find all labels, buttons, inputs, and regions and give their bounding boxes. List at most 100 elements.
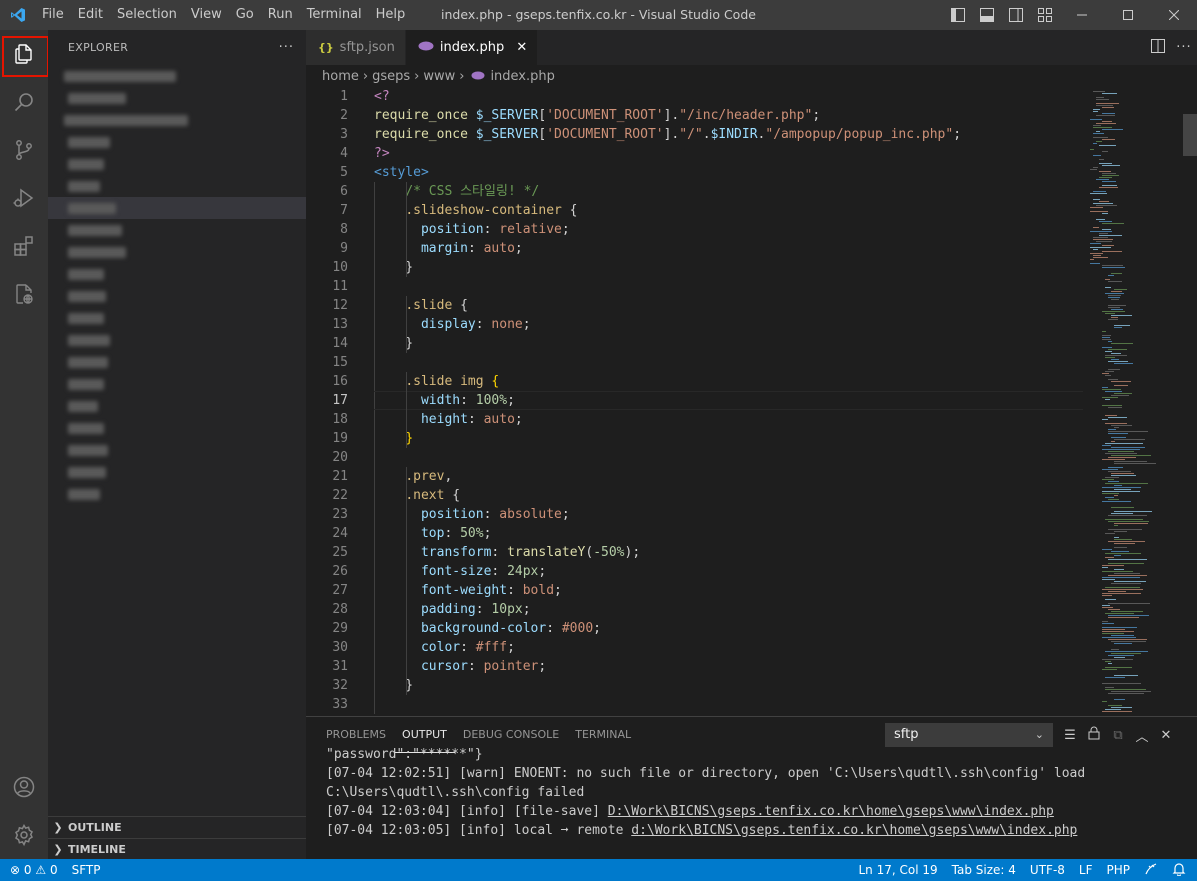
- code-line: 15: [306, 353, 1086, 372]
- menu-selection[interactable]: Selection: [110, 0, 184, 30]
- tree-item[interactable]: [48, 153, 306, 175]
- error-count: 0: [23, 863, 32, 877]
- minimap-line: [1105, 689, 1146, 690]
- line-number: 8: [340, 222, 348, 237]
- more-actions-icon[interactable]: ···: [1171, 40, 1197, 55]
- encoding[interactable]: UTF-8: [1023, 863, 1072, 877]
- breadcrumb-item[interactable]: home: [322, 69, 359, 84]
- menu-go[interactable]: Go: [229, 0, 261, 30]
- sftp-status[interactable]: SFTP: [65, 863, 108, 877]
- tree-item[interactable]: [48, 219, 306, 241]
- breadcrumb-item[interactable]: index.php: [490, 69, 554, 84]
- tab-sftp-json[interactable]: {} sftp.json: [306, 30, 406, 65]
- cursor-position[interactable]: Ln 17, Col 19: [852, 863, 945, 877]
- tree-item[interactable]: [48, 395, 306, 417]
- minimap[interactable]: [1090, 87, 1182, 716]
- minimap-line: [1105, 687, 1114, 688]
- tree-item[interactable]: [48, 175, 306, 197]
- feedback-icon[interactable]: [1137, 862, 1165, 879]
- tree-item[interactable]: [48, 307, 306, 329]
- tab-terminal[interactable]: TERMINAL: [567, 717, 639, 753]
- search-icon[interactable]: [0, 78, 48, 126]
- maximize-icon[interactable]: [1105, 0, 1151, 30]
- tree-item[interactable]: [48, 417, 306, 439]
- tree-item[interactable]: [48, 285, 306, 307]
- tree-item[interactable]: [48, 109, 306, 131]
- remote-explorer-icon[interactable]: [0, 270, 48, 318]
- close-tab-icon[interactable]: ✕: [516, 40, 527, 55]
- customize-layout-icon[interactable]: [1030, 0, 1059, 30]
- minimap-line: [1108, 429, 1116, 430]
- tree-item[interactable]: [48, 483, 306, 505]
- language-mode[interactable]: PHP: [1100, 863, 1138, 877]
- minimize-icon[interactable]: [1059, 0, 1105, 30]
- code-line: 30 color: #fff;: [306, 638, 1086, 657]
- toggle-panel-icon[interactable]: [972, 0, 1001, 30]
- code-text: background-color: #000;: [420, 621, 601, 636]
- toggle-secondary-sidebar-icon[interactable]: [1001, 0, 1030, 30]
- line-number: 1: [340, 89, 348, 104]
- close-panel-icon[interactable]: ✕: [1154, 728, 1178, 743]
- timeline-section[interactable]: ❯ TIMELINE: [48, 838, 306, 860]
- tree-item[interactable]: [48, 461, 306, 483]
- breadcrumb-item[interactable]: gseps: [372, 69, 410, 84]
- minimap-line: [1108, 559, 1147, 560]
- code-line: 16 .slide img {: [306, 372, 1086, 391]
- lock-scroll-icon[interactable]: [1082, 726, 1106, 744]
- open-log-icon[interactable]: ⧉: [1106, 728, 1130, 743]
- minimap-line: [1108, 361, 1128, 362]
- minimap-line: [1102, 567, 1108, 568]
- menu-terminal[interactable]: Terminal: [300, 0, 369, 30]
- accounts-icon[interactable]: [0, 763, 48, 811]
- more-actions-icon[interactable]: ···: [279, 40, 294, 55]
- maximize-panel-icon[interactable]: ︿: [1130, 726, 1154, 745]
- close-window-icon[interactable]: [1151, 0, 1197, 30]
- settings-gear-icon[interactable]: [0, 811, 48, 859]
- tree-item-selected[interactable]: [48, 197, 306, 219]
- tree-item[interactable]: [48, 439, 306, 461]
- problems-status[interactable]: ⊗ 0 ⚠ 0: [10, 863, 65, 877]
- outline-section[interactable]: ❯ OUTLINE: [48, 816, 306, 838]
- menu-file[interactable]: File: [35, 0, 71, 30]
- minimap-line: [1114, 393, 1132, 394]
- run-debug-icon[interactable]: [0, 174, 48, 222]
- minimap-line: [1111, 273, 1122, 274]
- minimap-line: [1093, 237, 1108, 238]
- code-line: 3 require_once $_SERVER['DOCUMENT_ROOT'].…: [306, 125, 1086, 144]
- minimap-line: [1102, 267, 1125, 268]
- tab-index-php[interactable]: index.php ✕: [405, 30, 539, 65]
- file-path-link[interactable]: d:\Work\BICNS\gseps.tenfix.co.kr\home\gs…: [631, 823, 1077, 838]
- tree-item[interactable]: [48, 131, 306, 153]
- minimap-line: [1111, 381, 1131, 382]
- notifications-icon[interactable]: [1165, 862, 1193, 879]
- code-editor[interactable]: 1 <? 2 require_once $_SERVER['DOCUMENT_ROOT…: [306, 87, 1086, 716]
- clear-output-icon[interactable]: ☰: [1058, 728, 1082, 743]
- tree-item[interactable]: [48, 87, 306, 109]
- minimap-line: [1108, 451, 1134, 452]
- file-path-link[interactable]: D:\Work\BICNS\gseps.tenfix.co.kr\home\gs…: [608, 804, 1054, 819]
- indent-guide: [406, 182, 407, 277]
- menu-help[interactable]: Help: [369, 0, 413, 30]
- tree-item[interactable]: [48, 329, 306, 351]
- menu-edit[interactable]: Edit: [71, 0, 110, 30]
- tree-item[interactable]: [48, 373, 306, 395]
- breadcrumb-item[interactable]: www: [423, 69, 455, 84]
- tree-item[interactable]: [48, 351, 306, 373]
- minimap-line: [1102, 593, 1141, 594]
- line-number: 18: [332, 412, 348, 427]
- tree-item[interactable]: [48, 241, 306, 263]
- tab-size[interactable]: Tab Size: 4: [945, 863, 1023, 877]
- source-control-icon[interactable]: [0, 126, 48, 174]
- extensions-icon[interactable]: [0, 222, 48, 270]
- menu-run[interactable]: Run: [261, 0, 300, 30]
- editor-scrollbar[interactable]: [1183, 114, 1197, 156]
- tree-item[interactable]: [48, 65, 306, 87]
- toggle-primary-sidebar-icon[interactable]: [943, 0, 972, 30]
- tree-item[interactable]: [48, 263, 306, 285]
- editor-tabs: {} sftp.json index.php ✕ ···: [306, 30, 1197, 65]
- output-channel-select[interactable]: sftp ⌄: [885, 723, 1053, 747]
- split-editor-icon[interactable]: [1145, 38, 1171, 57]
- minimap-line: [1099, 235, 1122, 236]
- menu-view[interactable]: View: [184, 0, 229, 30]
- end-of-line[interactable]: LF: [1072, 863, 1100, 877]
